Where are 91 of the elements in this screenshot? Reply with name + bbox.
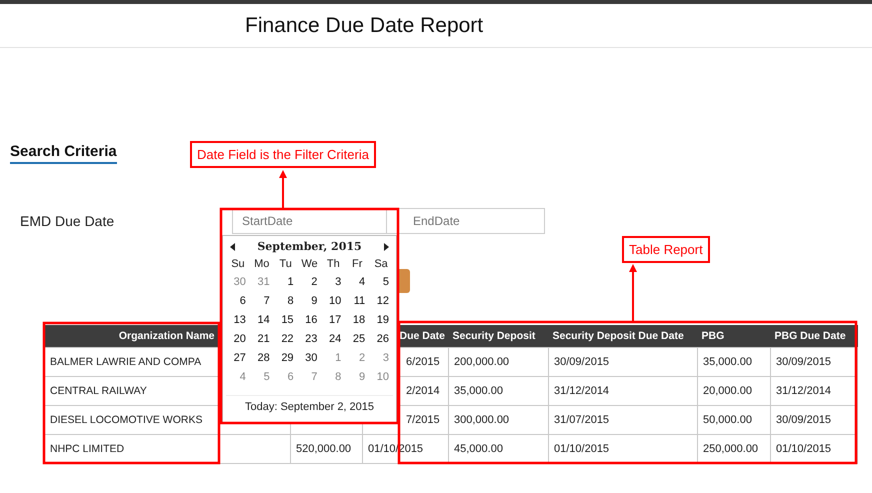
table-cell: 300,000.00 xyxy=(454,414,510,426)
calendar-day[interactable]: 6 xyxy=(226,292,250,311)
weekday-label: Tu xyxy=(278,257,293,272)
table-cell: 35,000.00 xyxy=(454,385,503,397)
table-cell: 20,000.00 xyxy=(703,385,752,397)
table-cell: 50,000.00 xyxy=(703,414,752,426)
calendar-day[interactable]: 18 xyxy=(345,311,370,330)
calendar-day[interactable]: 14 xyxy=(250,311,274,330)
table-cell: 7/2015 xyxy=(406,414,440,426)
table-cell: 6/2015 xyxy=(406,356,440,368)
field-label: EMD Due Date xyxy=(19,213,116,229)
calendar-day[interactable]: 27 xyxy=(226,349,250,368)
calendar-day[interactable]: 2 xyxy=(298,273,322,292)
calendar-day[interactable]: 15 xyxy=(274,311,298,330)
annotation-arrow xyxy=(279,170,287,208)
calendar-day[interactable]: 10 xyxy=(321,292,346,311)
table-cell: 31/12/2014 xyxy=(554,385,610,397)
table-cell: 01/10/2015 xyxy=(776,443,832,455)
table-cell: 30/09/2015 xyxy=(776,356,832,368)
calendar-day[interactable]: 11 xyxy=(345,292,370,311)
calendar-day[interactable]: 29 xyxy=(274,349,298,368)
calendar-day[interactable]: 1 xyxy=(321,349,346,368)
calendar-day[interactable]: 5 xyxy=(250,368,274,387)
end-date-field[interactable]: EndDate xyxy=(387,208,545,234)
table-cell: 30/09/2015 xyxy=(776,414,832,426)
section-heading: Search Criteria xyxy=(10,143,117,164)
calendar-day[interactable]: 1 xyxy=(274,273,298,292)
calendar-day[interactable]: 20 xyxy=(226,330,250,349)
table-cell: 30/09/2015 xyxy=(554,356,610,368)
calendar-day[interactable]: 13 xyxy=(226,311,250,330)
calendar-day[interactable]: 6 xyxy=(274,368,298,387)
calendar-day[interactable]: 8 xyxy=(274,292,298,311)
calendar-day[interactable]: 23 xyxy=(298,330,322,349)
table-cell: 31/07/2015 xyxy=(554,414,610,426)
calendar-day[interactable]: 25 xyxy=(345,330,370,349)
column-header: Security Deposit xyxy=(452,330,536,342)
weekday-label: Sa xyxy=(373,257,389,272)
weekday-label: Th xyxy=(326,257,341,272)
calendar-day[interactable]: 9 xyxy=(298,292,322,311)
column-header: PBG xyxy=(702,330,724,342)
calendar-day[interactable]: 3 xyxy=(321,273,346,292)
month-title: September, 2015 xyxy=(257,240,362,253)
calendar-day[interactable]: 17 xyxy=(321,311,346,330)
calendar-day[interactable]: 30 xyxy=(298,349,322,368)
page-title: Finance Due Date Report xyxy=(245,14,484,38)
weekday-label: Fr xyxy=(351,257,364,272)
table-cell: DIESEL LOCOMOTIVE WORKS xyxy=(50,414,202,426)
today-link[interactable]: Today: September 2, 2015 xyxy=(226,395,393,413)
calendar-day[interactable]: 24 xyxy=(321,330,346,349)
weekday-label: We xyxy=(300,257,319,272)
calendar-day[interactable]: 21 xyxy=(250,330,274,349)
calendar-day[interactable]: 4 xyxy=(345,273,370,292)
annotation-arrow xyxy=(629,264,637,321)
weekday-label: Su xyxy=(230,257,246,272)
table-cell: 01/10/2015 xyxy=(554,443,610,455)
next-month-icon[interactable] xyxy=(383,242,389,250)
calendar-day[interactable]: 9 xyxy=(345,368,370,387)
column-header: Security Deposit Due Date xyxy=(552,330,684,342)
calendar-day[interactable]: 28 xyxy=(250,349,274,368)
calendar-day[interactable]: 19 xyxy=(369,311,393,330)
column-header: Organization Name xyxy=(118,330,214,342)
calendar-day[interactable]: 3 xyxy=(369,349,393,368)
annotation-label: Table Report xyxy=(622,236,710,263)
calendar-day[interactable]: 26 xyxy=(369,330,393,349)
calendar-day[interactable]: 10 xyxy=(369,368,393,387)
calendar-day[interactable]: 8 xyxy=(321,368,346,387)
calendar-day[interactable]: 16 xyxy=(298,311,322,330)
calendar-day[interactable]: 30 xyxy=(226,273,250,292)
calendar-day[interactable]: 4 xyxy=(226,368,250,387)
calendar-day[interactable]: 2 xyxy=(345,349,370,368)
table-cell: 31/12/2014 xyxy=(776,385,832,397)
calendar-day[interactable]: 22 xyxy=(274,330,298,349)
column-header: PBG Due Date xyxy=(774,330,846,342)
table-cell: 35,000.00 xyxy=(703,356,752,368)
table-cell: 520,000.00 xyxy=(296,443,352,455)
table-cell: CENTRAL RAILWAY xyxy=(50,385,147,397)
column-header: Due Date xyxy=(400,330,446,342)
calendar-day[interactable]: 7 xyxy=(250,292,274,311)
table-cell: BALMER LAWRIE AND COMPA xyxy=(50,356,202,368)
table-cell: 200,000.00 xyxy=(454,356,510,368)
table-cell: NHPC LIMITED xyxy=(50,443,124,455)
calendar-day[interactable]: 5 xyxy=(369,273,393,292)
table-cell: 45,000.00 xyxy=(454,443,503,455)
calendar-day[interactable]: 7 xyxy=(298,368,322,387)
previous-month-icon[interactable] xyxy=(230,242,236,250)
weekday-label: Mo xyxy=(253,257,270,272)
calendar-day[interactable]: 31 xyxy=(250,273,274,292)
table-cell: 250,000.00 xyxy=(703,443,758,455)
annotation-label: Date Field is the Filter Criteria xyxy=(190,141,376,168)
calendar-day[interactable]: 12 xyxy=(369,292,393,311)
table-cell: 2/2014 xyxy=(406,385,440,397)
